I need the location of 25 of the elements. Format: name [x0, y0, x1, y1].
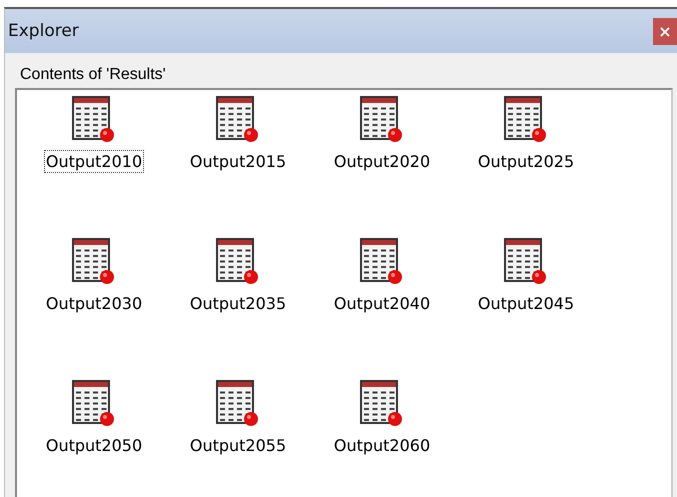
table-file-icon[interactable]	[360, 238, 404, 286]
table-file-icon[interactable]	[72, 380, 116, 428]
file-label[interactable]: Output2030	[44, 292, 144, 315]
table-file-icon[interactable]	[216, 238, 260, 286]
file-label[interactable]: Output2050	[44, 434, 144, 457]
close-button[interactable]: ×	[653, 18, 677, 44]
file-label[interactable]: Output2015	[188, 150, 288, 173]
file-label[interactable]: Output2040	[332, 292, 432, 315]
table-file-icon[interactable]	[360, 380, 404, 428]
panel-heading: Contents of 'Results'	[19, 65, 167, 85]
table-file-icon[interactable]	[504, 238, 548, 286]
file-label[interactable]: Output2045	[476, 292, 576, 315]
file-label[interactable]: Output2060	[332, 434, 432, 457]
table-file-icon[interactable]	[72, 96, 116, 144]
table-file-icon[interactable]	[504, 96, 548, 144]
file-label[interactable]: Output2035	[188, 292, 288, 315]
file-label[interactable]: Output2025	[476, 150, 576, 173]
table-file-icon[interactable]	[72, 238, 116, 286]
file-label[interactable]: Output2020	[332, 150, 432, 173]
table-file-icon[interactable]	[216, 380, 260, 428]
file-label[interactable]: Output2055	[188, 434, 288, 457]
table-file-icon[interactable]	[360, 96, 404, 144]
file-label[interactable]: Output2010	[44, 150, 144, 173]
window-title: Explorer	[7, 21, 79, 41]
table-file-icon[interactable]	[216, 96, 260, 144]
